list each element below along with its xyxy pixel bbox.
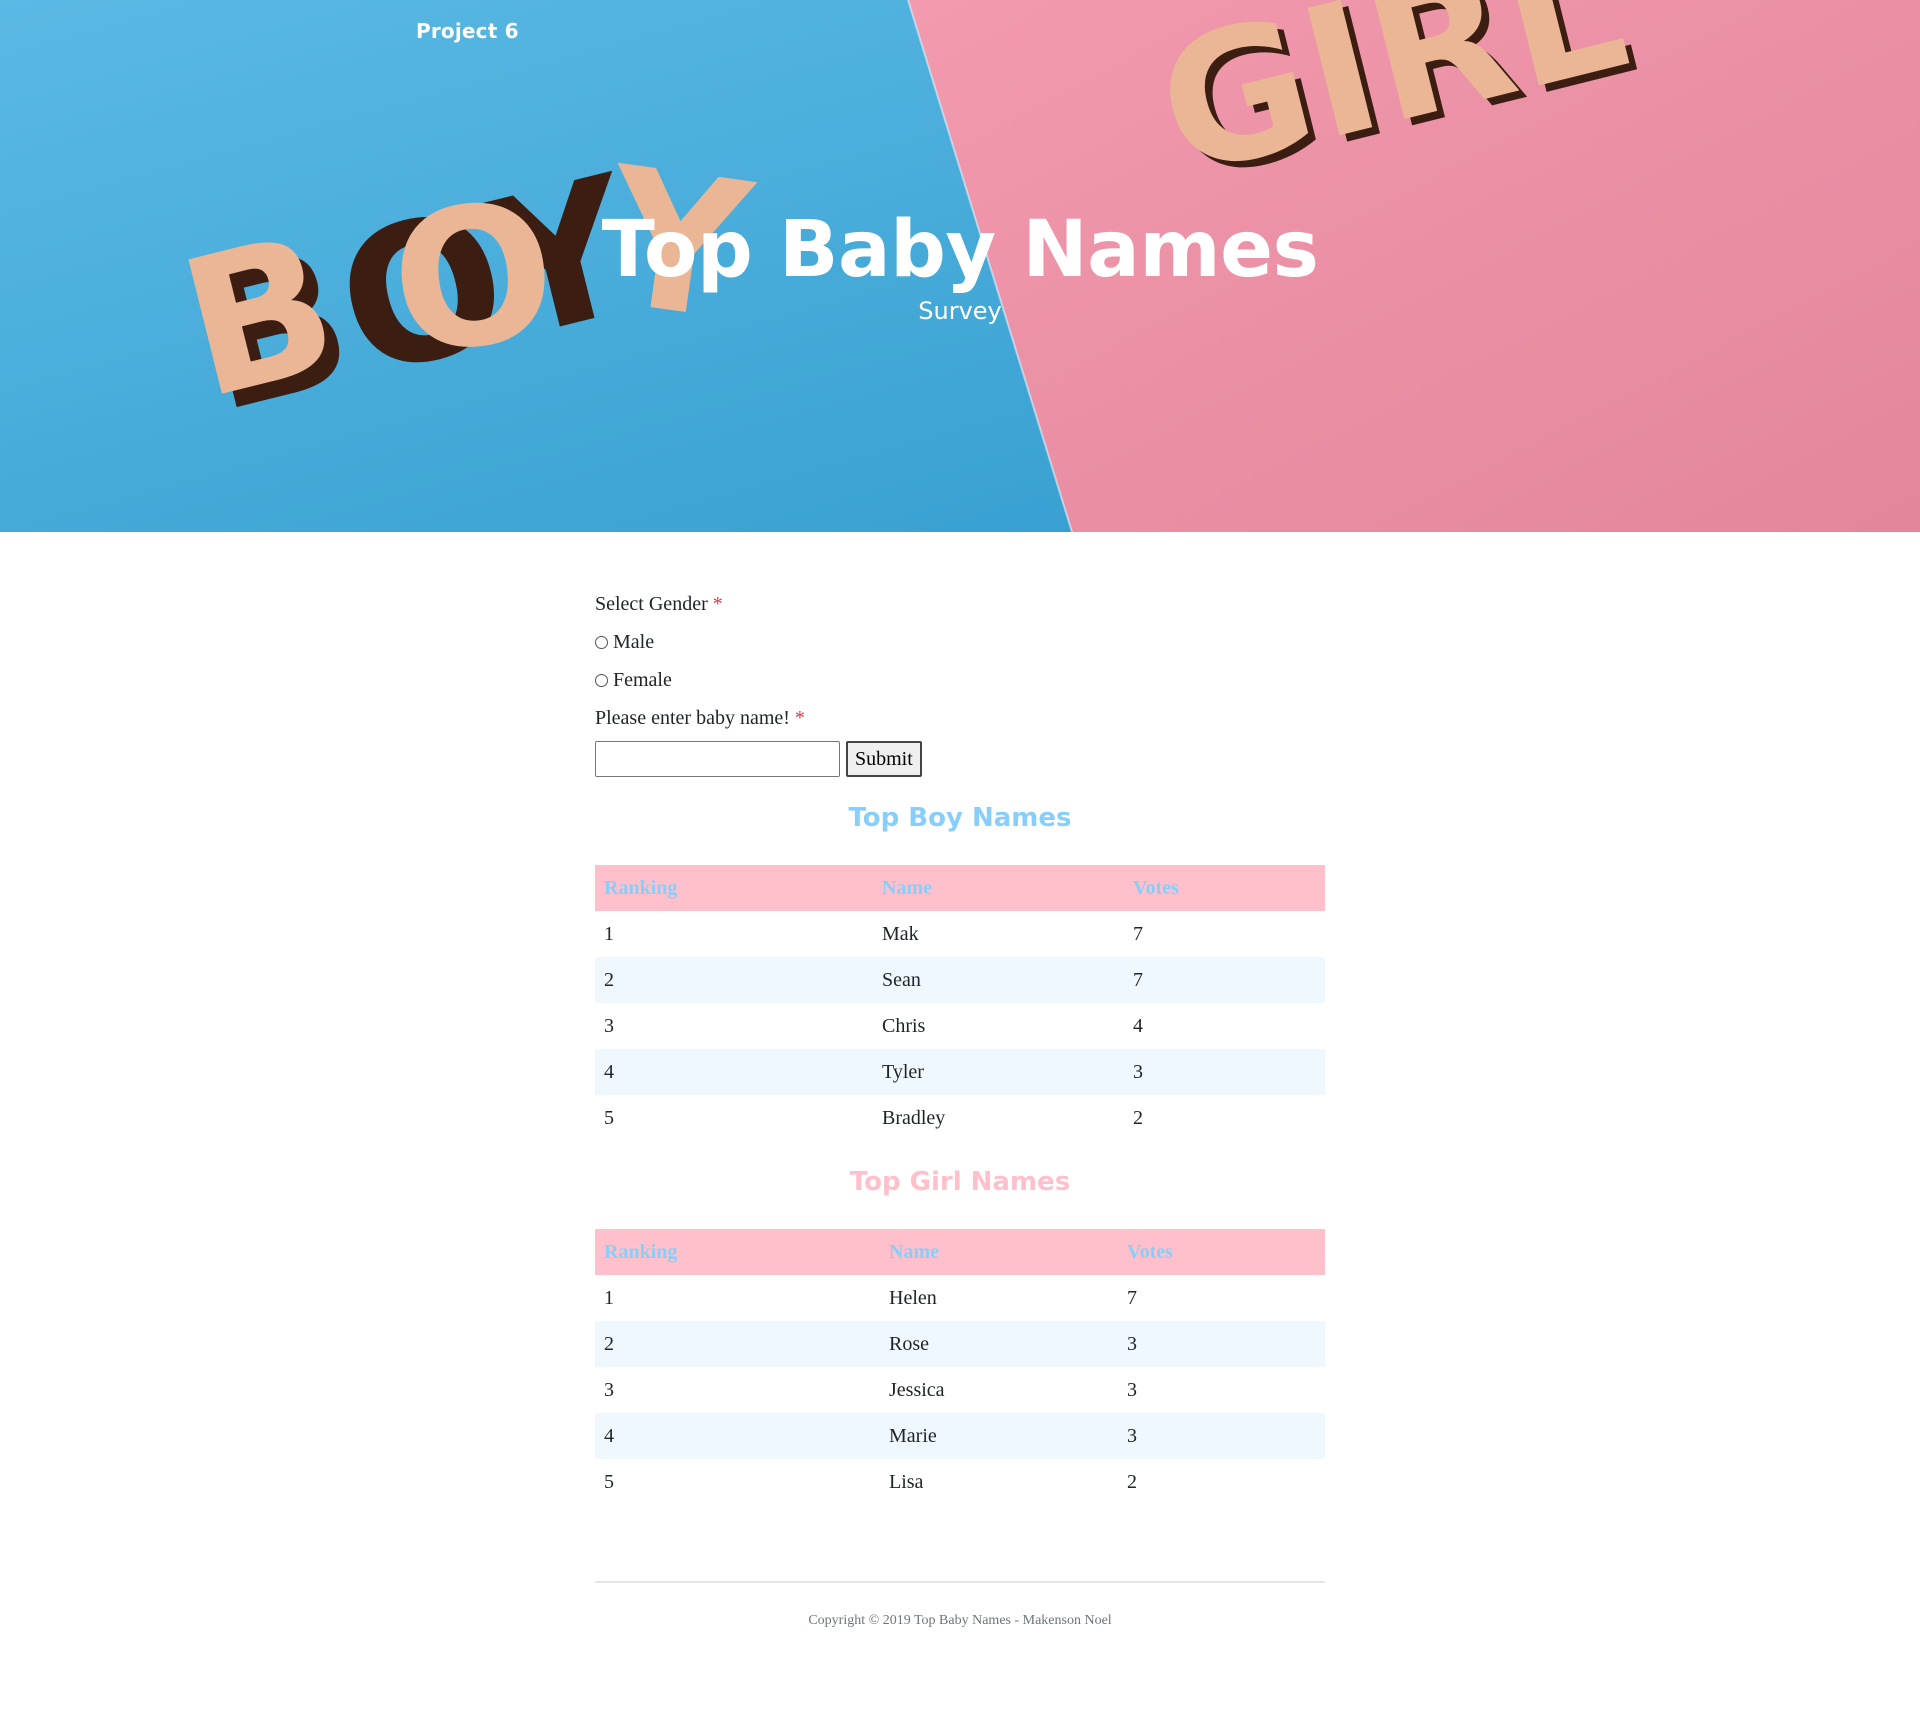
name-cell: Sean (873, 957, 1124, 1003)
name-cell: Lisa (889, 1470, 924, 1493)
submit-button[interactable]: Submit (846, 741, 922, 777)
radio-female[interactable]: Female (595, 668, 1325, 692)
baby-name-label-text: Please enter baby name! (595, 707, 790, 729)
column-header-name: Name (873, 865, 1124, 911)
name-cell: Marie (880, 1413, 1118, 1459)
table-row: 2 Sean 7 (595, 957, 1325, 1003)
name-cell: Jessica (889, 1378, 945, 1401)
radio-male[interactable]: Male (595, 630, 1325, 654)
name-cell: Bradley (882, 1106, 946, 1129)
table-row: 5 Lisa 2 (595, 1459, 1325, 1505)
name-cell: Rose (880, 1321, 1118, 1367)
boy-names-title: Top Boy Names (848, 803, 1072, 833)
votes-cell: 7 (1127, 1286, 1137, 1309)
votes-cell: 3 (1118, 1413, 1325, 1459)
table-header-row: Ranking Name Votes (595, 1229, 1325, 1275)
votes-cell: 7 (1124, 957, 1325, 1003)
name-cell: Chris (882, 1014, 926, 1037)
ranking-cell: 5 (604, 1106, 614, 1129)
page-title: Top Baby Names (601, 205, 1319, 295)
radio-label-female[interactable]: Female (613, 668, 672, 692)
ranking-cell: 4 (595, 1049, 873, 1095)
ranking-cell: 3 (604, 1378, 614, 1401)
page-subtitle: Survey (918, 297, 1002, 325)
column-header-votes: Votes (1124, 865, 1325, 911)
name-cell: Tyler (873, 1049, 1124, 1095)
column-header-ranking: Ranking (595, 865, 873, 911)
gender-label-text: Select Gender (595, 593, 708, 615)
table-row: 3 Jessica 3 (595, 1367, 1325, 1413)
radio-button-female[interactable] (595, 673, 608, 687)
ranking-cell: 2 (595, 1321, 880, 1367)
hero-heading-group: Top Baby Names Survey (0, 204, 1920, 326)
votes-cell: 3 (1127, 1378, 1137, 1401)
footer: Copyright © 2019 Top Baby Names - Makens… (595, 1613, 1325, 1629)
radio-label-male[interactable]: Male (613, 630, 654, 654)
votes-cell: 3 (1124, 1049, 1325, 1095)
name-input-row: Submit (595, 741, 1325, 777)
copyright-text: Copyright © 2019 Top Baby Names - Makens… (808, 1613, 1112, 1628)
votes-cell: 7 (1133, 922, 1143, 945)
column-header-name: Name (880, 1229, 1118, 1275)
required-mark: * (712, 593, 723, 615)
votes-cell: 2 (1133, 1106, 1143, 1129)
table-header-row: Ranking Name Votes (595, 865, 1325, 911)
name-cell: Helen (889, 1286, 937, 1309)
girl-names-title: Top Girl Names (849, 1167, 1071, 1197)
votes-cell: 3 (1118, 1321, 1325, 1367)
boy-names-table: Ranking Name Votes 1 Mak 7 2 Sean 7 3 Ch… (595, 865, 1325, 1141)
survey-form: Select Gender * Male Female Please enter… (595, 592, 1325, 777)
ranking-cell: 1 (604, 1286, 614, 1309)
ranking-cell: 2 (595, 957, 873, 1003)
table-row: 1 Helen 7 (595, 1275, 1325, 1321)
gender-label: Select Gender * (595, 592, 1325, 616)
table-row: 5 Bradley 2 (595, 1095, 1325, 1141)
ranking-cell: 5 (604, 1470, 614, 1493)
column-header-ranking: Ranking (595, 1229, 880, 1275)
ranking-cell: 4 (595, 1413, 880, 1459)
radio-button-male[interactable] (595, 635, 608, 649)
table-row: 1 Mak 7 (595, 911, 1325, 957)
column-header-votes: Votes (1118, 1229, 1325, 1275)
table-row: 4 Tyler 3 (595, 1049, 1325, 1095)
table-row: 2 Rose 3 (595, 1321, 1325, 1367)
table-row: 4 Marie 3 (595, 1413, 1325, 1459)
baby-name-label: Please enter baby name! * (595, 706, 1325, 730)
footer-divider (595, 1581, 1325, 1583)
name-cell: Mak (882, 922, 919, 945)
ranking-cell: 1 (604, 922, 614, 945)
votes-cell: 2 (1127, 1470, 1137, 1493)
girl-names-table: Ranking Name Votes 1 Helen 7 2 Rose 3 3 … (595, 1229, 1325, 1505)
baby-name-input[interactable] (595, 741, 840, 777)
table-row: 3 Chris 4 (595, 1003, 1325, 1049)
main-content: Select Gender * Male Female Please enter… (595, 532, 1325, 1629)
brand-link[interactable]: Project 6 (416, 19, 519, 43)
ranking-cell: 3 (604, 1014, 614, 1037)
required-mark: * (794, 707, 805, 729)
votes-cell: 4 (1133, 1014, 1143, 1037)
hero-header: BOY B O Y GIRL GIRL Project 6 Top Baby N… (0, 0, 1920, 532)
